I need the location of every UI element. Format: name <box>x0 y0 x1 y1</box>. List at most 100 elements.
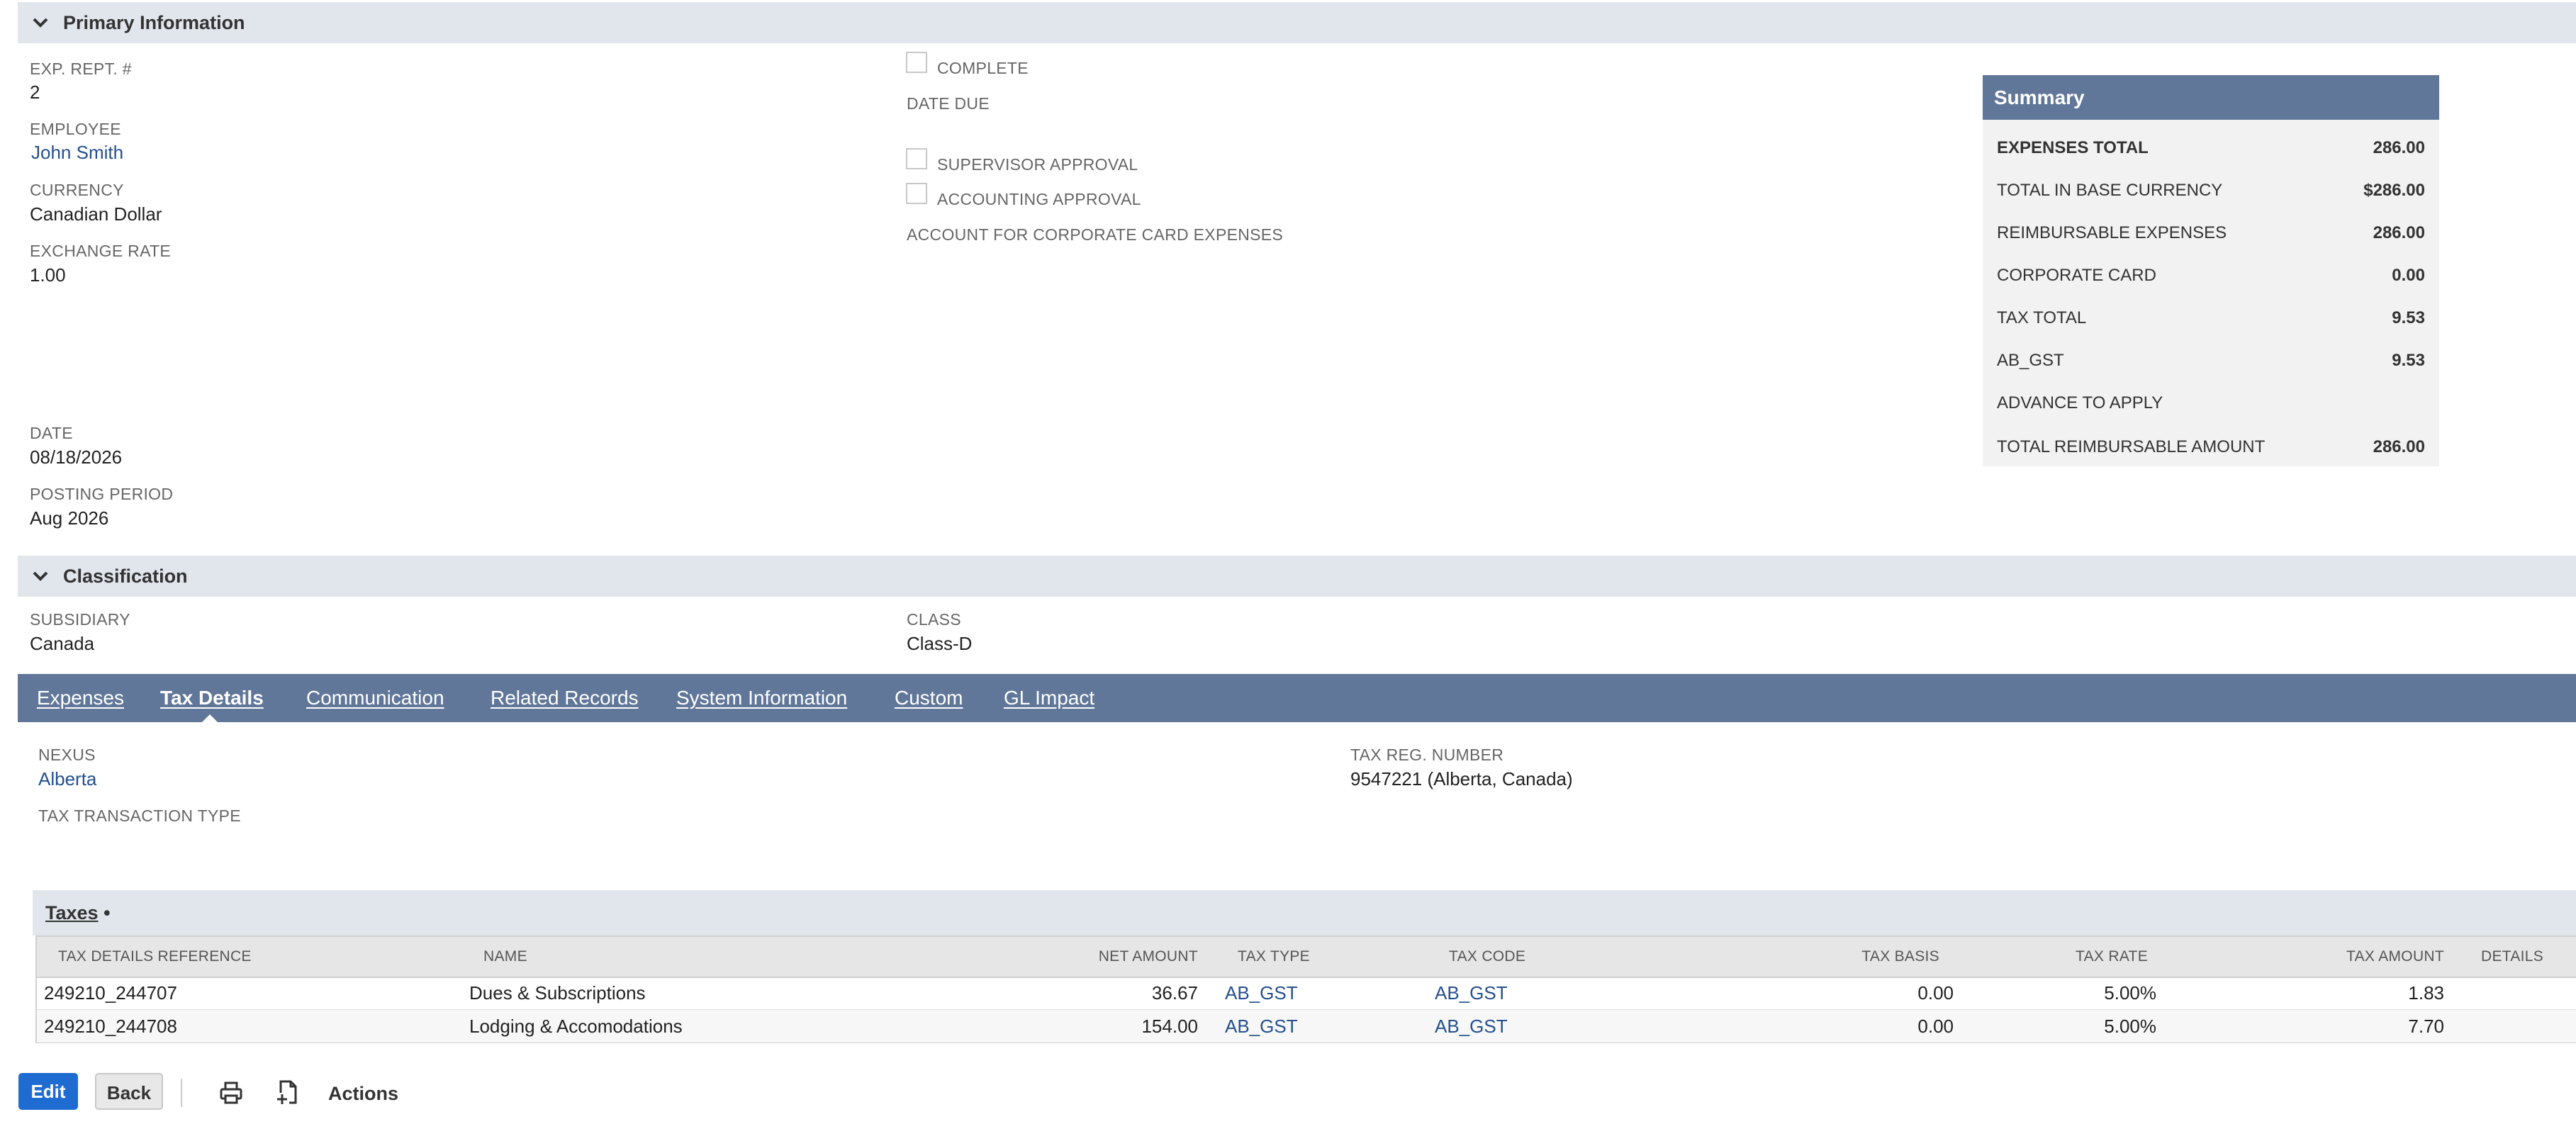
complete-label: COMPLETE <box>937 59 1029 77</box>
new-document-icon[interactable] <box>274 1079 302 1107</box>
taxes-subtab-label: Taxes <box>45 902 99 923</box>
tax-rate: 5.00% <box>2104 1016 2156 1037</box>
taxes-subtab-marker: • <box>103 902 111 923</box>
taxes-table: TAX DETAILS REFERENCE NAME NET AMOUNT TA… <box>35 935 2576 1043</box>
tax-reg-number-label: TAX REG. NUMBER <box>1350 746 1504 764</box>
employee-link[interactable]: John Smith <box>31 142 123 164</box>
supervisor-approval-label: SUPERVISOR APPROVAL <box>937 155 1138 174</box>
summary-row-value: 286.00 <box>2373 223 2425 242</box>
tax-type-link[interactable]: AB_GST <box>1225 977 1298 1009</box>
subtab-bar: Expenses Tax Details Communication Relat… <box>18 674 2576 722</box>
tab-expenses[interactable]: Expenses <box>37 674 124 722</box>
classification-header[interactable]: Classification <box>18 556 2576 597</box>
accounting-approval-label: ACCOUNTING APPROVAL <box>937 190 1141 208</box>
summary-row-label: EXPENSES TOTAL <box>1997 138 2149 157</box>
taxes-sublist-bar <box>33 890 2576 935</box>
summary-row: ADVANCE TO APPLY <box>1997 389 2425 417</box>
tab-related-records[interactable]: Related Records <box>491 674 639 722</box>
column-header: NAME <box>483 948 527 965</box>
currency-label: CURRENCY <box>30 181 124 199</box>
tax-transaction-type-label: TAX TRANSACTION TYPE <box>38 807 241 825</box>
exchange-rate-value: 1.00 <box>30 264 66 286</box>
primary-information-header[interactable]: Primary Information <box>18 2 2576 43</box>
summary-row-value: 286.00 <box>2373 437 2425 456</box>
date-label: DATE <box>30 424 73 442</box>
class-label: CLASS <box>907 610 961 629</box>
exp-rept-value: 2 <box>30 82 40 103</box>
net-amount: 36.67 <box>1151 982 1198 1004</box>
employee-label: EMPLOYEE <box>30 120 121 138</box>
summary-panel: Summary EXPENSES TOTAL 286.00 TOTAL IN B… <box>1983 75 2439 466</box>
summary-row-label: AB_GST <box>1997 351 2064 370</box>
actions-menu[interactable]: Actions <box>328 1083 398 1105</box>
supervisor-approval-checkbox[interactable] <box>906 148 927 169</box>
summary-row-value: 9.53 <box>2392 308 2425 327</box>
currency-value: Canadian Dollar <box>30 203 162 225</box>
nexus-label: NEXUS <box>38 746 96 764</box>
tab-gl-impact[interactable]: GL Impact <box>1004 674 1094 722</box>
summary-row-label: ADVANCE TO APPLY <box>1997 393 2163 412</box>
tax-rate: 5.00% <box>2104 982 2156 1004</box>
tax-name: Dues & Subscriptions <box>469 982 646 1004</box>
summary-row: AB_GST 9.53 <box>1997 347 2425 375</box>
posting-period-value: Aug 2026 <box>30 507 109 529</box>
tax-details-reference: 249210_244707 <box>44 982 177 1004</box>
nexus-link[interactable]: Alberta <box>38 768 96 790</box>
column-header: NET AMOUNT <box>1098 948 1198 965</box>
summary-row-label: REIMBURSABLE EXPENSES <box>1997 223 2227 242</box>
tax-type-link[interactable]: AB_GST <box>1225 1010 1298 1042</box>
tax-name: Lodging & Accomodations <box>469 1016 683 1037</box>
edit-button[interactable]: Edit <box>18 1073 78 1110</box>
tab-custom[interactable]: Custom <box>895 674 963 722</box>
section-title: Primary Information <box>63 12 245 33</box>
net-amount: 154.00 <box>1141 1016 1198 1037</box>
column-header: TAX RATE <box>2076 948 2148 965</box>
column-header: TAX CODE <box>1449 948 1526 965</box>
summary-row-label: TOTAL REIMBURSABLE AMOUNT <box>1997 437 2266 456</box>
subsidiary-label: SUBSIDIARY <box>30 610 130 629</box>
summary-row: TOTAL IN BASE CURRENCY $286.00 <box>1997 176 2425 205</box>
column-header: DETAILS <box>2481 948 2544 965</box>
accounting-approval-checkbox[interactable] <box>906 183 927 204</box>
chevron-down-icon <box>33 571 48 581</box>
chevron-down-icon <box>33 18 48 28</box>
tax-reg-number-value: 9547221 (Alberta, Canada) <box>1350 768 1573 789</box>
tab-system-information[interactable]: System Information <box>676 674 847 722</box>
summary-row-label: TOTAL IN BASE CURRENCY <box>1997 181 2223 200</box>
complete-checkbox[interactable] <box>906 52 927 73</box>
column-header: TAX AMOUNT <box>2346 948 2444 965</box>
summary-row-label: CORPORATE CARD <box>1997 266 2156 285</box>
tab-communication[interactable]: Communication <box>306 674 444 722</box>
print-icon[interactable] <box>218 1080 244 1106</box>
table-row[interactable]: 249210_244708 Lodging & Accomodations 15… <box>37 1009 2576 1042</box>
summary-title: Summary <box>1983 75 2439 120</box>
taxes-subtab[interactable]: Taxes • <box>45 890 111 935</box>
corporate-card-account-label: ACCOUNT FOR CORPORATE CARD EXPENSES <box>907 225 1284 244</box>
date-due-label: DATE DUE <box>907 94 990 113</box>
summary-row-value: 0.00 <box>2392 266 2425 285</box>
summary-row: CORPORATE CARD 0.00 <box>1997 262 2425 290</box>
tax-code-link[interactable]: AB_GST <box>1435 977 1508 1009</box>
tax-amount: 1.83 <box>2408 982 2444 1004</box>
summary-row: TOTAL REIMBURSABLE AMOUNT 286.00 <box>1997 433 2425 461</box>
exp-rept-label: EXP. REPT. # <box>30 60 132 78</box>
exchange-rate-label: EXCHANGE RATE <box>30 242 172 260</box>
tax-code-link[interactable]: AB_GST <box>1435 1010 1508 1042</box>
column-header: TAX TYPE <box>1238 948 1310 965</box>
back-button[interactable]: Back <box>95 1073 163 1110</box>
date-value: 08/18/2026 <box>30 446 123 468</box>
tax-amount: 7.70 <box>2408 1016 2444 1037</box>
column-header: TAX BASIS <box>1861 948 1939 965</box>
toolbar-divider <box>181 1079 182 1107</box>
summary-row-value: 9.53 <box>2392 351 2425 370</box>
table-header: TAX DETAILS REFERENCE NAME NET AMOUNT TA… <box>37 937 2576 978</box>
active-tab-indicator <box>202 714 218 722</box>
summary-row-label: TAX TOTAL <box>1997 308 2087 327</box>
section-title: Classification <box>63 566 188 587</box>
summary-row-value: 286.00 <box>2373 138 2425 157</box>
posting-period-label: POSTING PERIOD <box>30 485 174 503</box>
table-row[interactable]: 249210_244707 Dues & Subscriptions 36.67… <box>37 977 2576 1009</box>
summary-row: TAX TOTAL 9.53 <box>1997 304 2425 332</box>
column-header: TAX DETAILS REFERENCE <box>58 948 252 965</box>
summary-row: EXPENSES TOTAL 286.00 <box>1997 134 2425 162</box>
